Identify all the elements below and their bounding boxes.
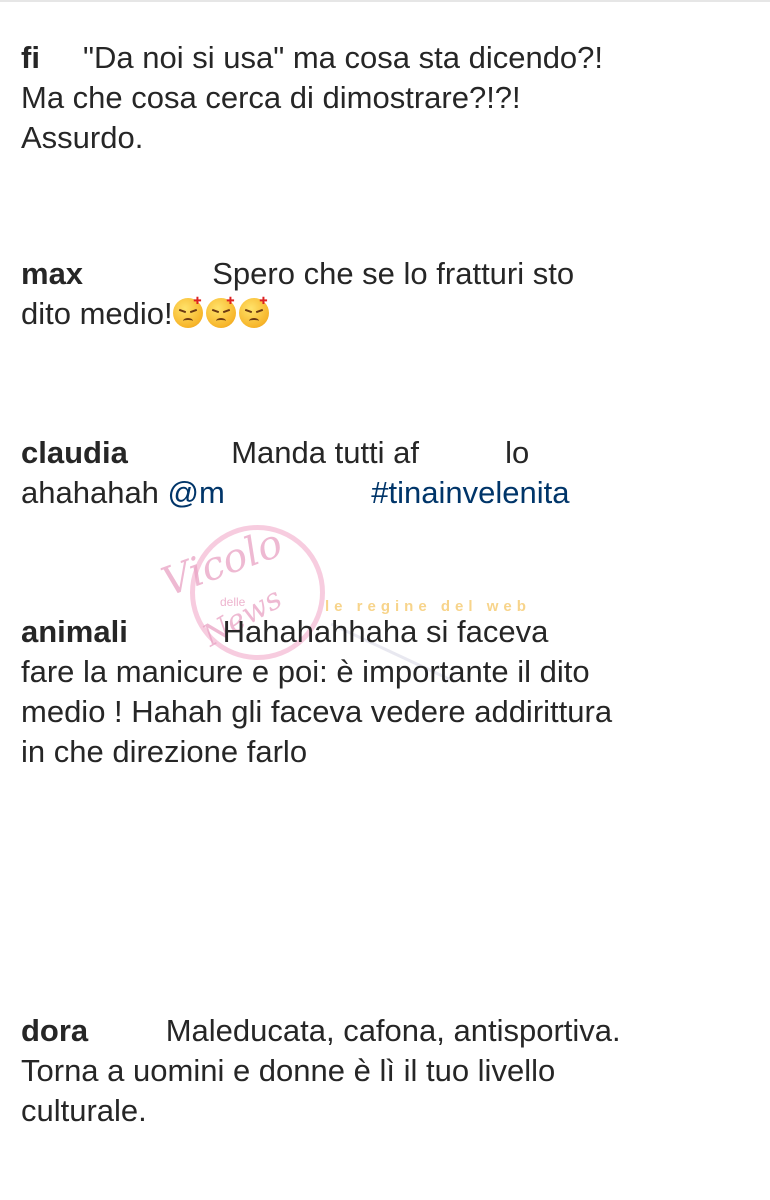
comment-text: ahahahah bbox=[21, 475, 168, 510]
angry-face-icon: ✚ bbox=[238, 297, 269, 328]
hashtag-link[interactable]: #tinainvelenita bbox=[371, 475, 569, 510]
comment-item: dora Maleducata, cafona, antisportiva. T… bbox=[21, 1011, 741, 1131]
top-divider bbox=[0, 0, 770, 2]
comment-text: Ma che cosa cerca di dimostrare?!?! bbox=[21, 80, 521, 115]
comment-text: Hahahahhaha si faceva bbox=[222, 614, 549, 649]
comment-text: lo bbox=[505, 435, 530, 470]
watermark-text: delle bbox=[220, 595, 246, 609]
mention-link[interactable]: @m bbox=[168, 475, 225, 510]
comment-text: in che direzione farlo bbox=[21, 734, 308, 769]
angry-face-icon: ✚ bbox=[205, 297, 236, 328]
comment-username[interactable]: animali bbox=[21, 614, 128, 649]
comment-item: max Spero che se lo fratturi sto dito me… bbox=[21, 254, 741, 334]
comment-text: dito medio! bbox=[21, 296, 173, 331]
comment-username[interactable]: claudia bbox=[21, 435, 128, 470]
comment-text: fare la manicure e poi: è importante il … bbox=[21, 654, 590, 689]
comment-text: medio ! Hahah gli faceva vedere addiritt… bbox=[21, 694, 613, 729]
comment-text: Maleducata, cafona, antisportiva. bbox=[165, 1013, 621, 1048]
comment-item: animali Hahahahhaha si faceva fare la ma… bbox=[21, 612, 741, 772]
comment-text: "Da noi si usa" ma cosa sta dicendo?! bbox=[83, 40, 604, 75]
comment-item: fi "Da noi si usa" ma cosa sta dicendo?!… bbox=[21, 38, 741, 158]
comment-text: Assurdo. bbox=[21, 120, 144, 155]
watermark-text: Vicolo bbox=[155, 520, 289, 606]
angry-face-icon: ✚ bbox=[172, 297, 203, 328]
comment-item: claudia Manda tutti af lo ahahahah @m #t… bbox=[21, 433, 741, 513]
comment-text: Manda tutti af bbox=[231, 435, 420, 470]
comment-username[interactable]: fi bbox=[21, 40, 40, 75]
comment-username[interactable]: max bbox=[21, 256, 83, 291]
comment-username[interactable]: dora bbox=[21, 1013, 88, 1048]
comment-text: culturale. bbox=[21, 1093, 147, 1128]
comment-text: Spero che se lo fratturi sto bbox=[212, 256, 575, 291]
comment-text: Torna a uomini e donne è lì il tuo livel… bbox=[21, 1053, 556, 1088]
